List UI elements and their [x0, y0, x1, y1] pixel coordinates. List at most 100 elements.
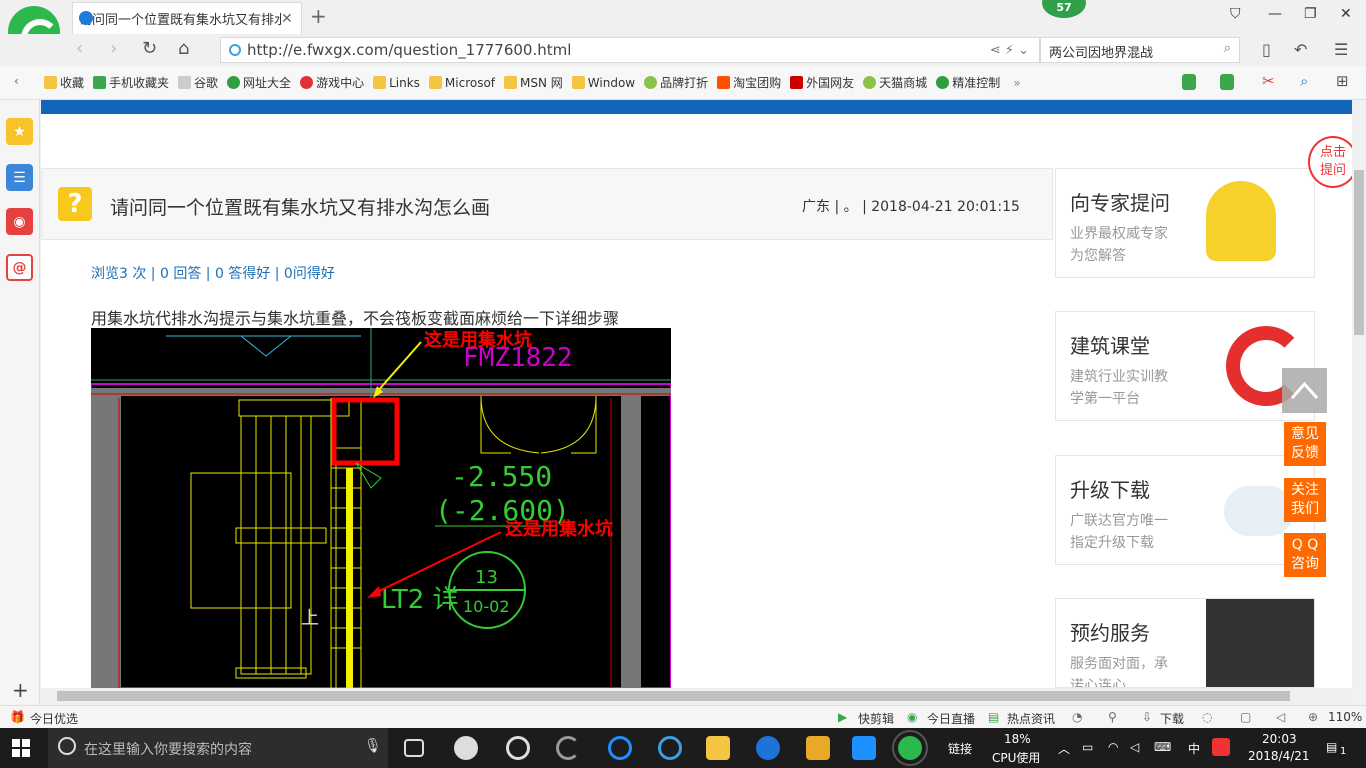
tab-close-icon[interactable]: ✕ — [281, 11, 295, 27]
bookmark-item[interactable]: 谷歌 — [178, 74, 218, 91]
page-icon — [178, 76, 192, 89]
translate-icon[interactable] — [1220, 74, 1234, 90]
ime-indicator[interactable]: 中 — [1188, 740, 1200, 757]
apps-grid-icon[interactable]: ⊞ — [1336, 72, 1349, 90]
taskbar-search-input[interactable]: 在这里输入你要搜索的内容 🎙 — [48, 728, 388, 768]
news-link[interactable]: 热点资讯 — [1007, 710, 1055, 727]
g-app-icon[interactable] — [756, 736, 780, 760]
refresh-icon[interactable]: ◌ — [1202, 710, 1212, 724]
leaf-icon — [863, 76, 877, 89]
url-input[interactable]: http://e.fwxgx.com/question_1777600.html… — [220, 37, 1040, 63]
task-view-icon[interactable] — [404, 739, 424, 757]
menu-icon[interactable]: ☰ — [1334, 40, 1348, 59]
close-window-button[interactable]: ✕ — [1340, 6, 1352, 22]
volume-icon[interactable]: ◁ — [1130, 740, 1139, 754]
bookmark-folder[interactable]: Links — [373, 76, 420, 90]
bookmark-item[interactable]: 收藏 — [44, 74, 84, 91]
browser-e-icon[interactable] — [506, 736, 530, 760]
clock-date[interactable]: 2018/4/21 — [1248, 749, 1310, 763]
tab-title: 请问同一个位置既有集水坑又有排水沟怎么画 — [79, 13, 281, 28]
bookmark-item[interactable]: 精准控制 — [936, 74, 1000, 91]
today-picks-link[interactable]: 今日优选 — [30, 710, 78, 727]
microphone-icon[interactable]: 🎙 — [364, 738, 382, 754]
bookmark-folder[interactable]: Microsof — [428, 76, 495, 90]
file-explorer-icon[interactable] — [706, 736, 730, 760]
ie-icon[interactable] — [658, 736, 682, 760]
bookmark-item[interactable]: 淘宝团购 — [717, 74, 781, 91]
pinwheel-icon[interactable] — [454, 736, 478, 760]
wifi-icon[interactable]: ◠ — [1108, 740, 1118, 754]
feedback-button[interactable]: 意见 反馈 — [1284, 422, 1326, 466]
teamviewer-icon[interactable] — [852, 736, 876, 760]
ad-ask-expert[interactable]: 向专家提问 业界最权威专家 为您解答 — [1055, 168, 1315, 278]
sound-icon[interactable]: ◁ — [1276, 710, 1285, 724]
shirt-icon[interactable]: ⛉ — [1230, 6, 1241, 22]
clock-time[interactable]: 20:03 — [1262, 732, 1297, 746]
kuaijian-link[interactable]: 快剪辑 — [858, 710, 894, 727]
home-button[interactable]: ⌂ — [178, 38, 189, 59]
more-bookmarks-icon[interactable]: » — [1013, 76, 1020, 90]
windows-start-icon[interactable] — [12, 739, 30, 757]
follow-us-button[interactable]: 关注 我们 — [1284, 478, 1326, 522]
share-icon[interactable]: ⋖ ⚡ ⌄ — [990, 43, 1029, 58]
reading-list-icon[interactable]: ☰ — [6, 164, 33, 191]
bookmark-item[interactable]: 外国网友 — [790, 74, 854, 91]
site-info-icon[interactable] — [229, 44, 241, 56]
zoom-level[interactable]: 110% — [1328, 710, 1362, 724]
cpu-label: CPU使用 — [992, 751, 1041, 765]
tray-expand-icon[interactable]: ︿ — [1058, 740, 1070, 757]
search-input[interactable]: 两公司因地界混战 ⌕ — [1040, 37, 1240, 63]
bookmark-item[interactable]: 手机收藏夹 — [93, 74, 169, 91]
forward-button[interactable]: › — [110, 38, 117, 59]
battery-icon[interactable]: ▭ — [1082, 740, 1093, 754]
magnifier-icon[interactable]: ⌕ — [1300, 72, 1308, 90]
add-sidebar-button[interactable]: + — [12, 678, 29, 702]
ad-building-class[interactable]: 建筑课堂 建筑行业实训教 学第一平台 — [1055, 311, 1315, 421]
bookmark-folder[interactable]: Window — [571, 76, 635, 90]
speed-icon[interactable]: ◔ — [1072, 710, 1082, 724]
notes-icon[interactable] — [806, 736, 830, 760]
bookmark-item[interactable]: 品牌打折 — [644, 74, 708, 91]
live-link[interactable]: 今日直播 — [927, 710, 975, 727]
restore-button[interactable]: ❐ — [1304, 6, 1317, 22]
search-icon[interactable]: ⌕ — [1224, 41, 1231, 56]
new-tab-button[interactable]: + — [310, 4, 327, 28]
scissors-icon[interactable]: ✂ — [1262, 72, 1275, 90]
keyboard-icon[interactable]: ⌨ — [1154, 740, 1171, 754]
bookmark-item[interactable]: 游戏中心 — [300, 74, 364, 91]
handshake-image — [1206, 599, 1314, 687]
email-icon[interactable]: @ — [6, 254, 33, 281]
active-browser-icon[interactable] — [892, 730, 928, 766]
spiral-icon[interactable] — [556, 736, 580, 760]
shield-icon[interactable] — [1182, 74, 1196, 90]
minimize-button[interactable]: — — [1268, 6, 1282, 22]
download-link[interactable]: 下载 — [1160, 710, 1184, 727]
sogou-icon[interactable] — [1212, 738, 1230, 756]
mascot-image — [1206, 181, 1276, 261]
window-icon[interactable]: ▢ — [1240, 710, 1251, 724]
collapse-sidebar-icon[interactable]: ‹ — [14, 74, 19, 88]
horizontal-scroll-thumb[interactable] — [57, 691, 1290, 701]
question-stats[interactable]: 浏览3 次 | 0 回答 | 0 答得好 | 0问得好 — [91, 263, 335, 283]
bookmark-item[interactable]: 天猫商城 — [863, 74, 927, 91]
ad-upgrade-download[interactable]: 升级下载 广联达官方唯一 指定升级下载 — [1055, 455, 1315, 565]
weibo-icon[interactable]: ◉ — [6, 208, 33, 235]
vertical-scroll-thumb[interactable] — [1354, 170, 1364, 335]
pin-icon[interactable]: ⚲ — [1108, 710, 1117, 724]
back-button[interactable]: ‹ — [76, 38, 83, 59]
folder-icon — [373, 76, 387, 89]
back-to-top-button[interactable] — [1282, 368, 1327, 413]
browser-tab[interactable]: 请问同一个位置既有集水坑又有排水沟怎么画 ✕ — [72, 2, 302, 34]
links-toolbar[interactable]: 链接 — [948, 740, 972, 757]
favorites-star-icon[interactable]: ★ — [6, 118, 33, 145]
bookmark-item[interactable]: 网址大全 — [227, 74, 291, 91]
action-center-icon[interactable]: ▤ — [1326, 740, 1337, 754]
edge-icon[interactable] — [608, 736, 632, 760]
reload-button[interactable]: ↻ — [142, 38, 157, 59]
mobile-icon[interactable]: ▯ — [1262, 40, 1271, 59]
bookmark-folder[interactable]: MSN 网 — [504, 74, 563, 91]
qq-consult-button[interactable]: Q Q 咨询 — [1284, 533, 1326, 577]
ad-book-service[interactable]: 预约服务 服务面对面，承 诺心连心 — [1055, 598, 1315, 688]
ask-badge[interactable]: 点击 提问 — [1308, 136, 1358, 188]
undo-icon[interactable]: ↶ — [1294, 40, 1307, 59]
